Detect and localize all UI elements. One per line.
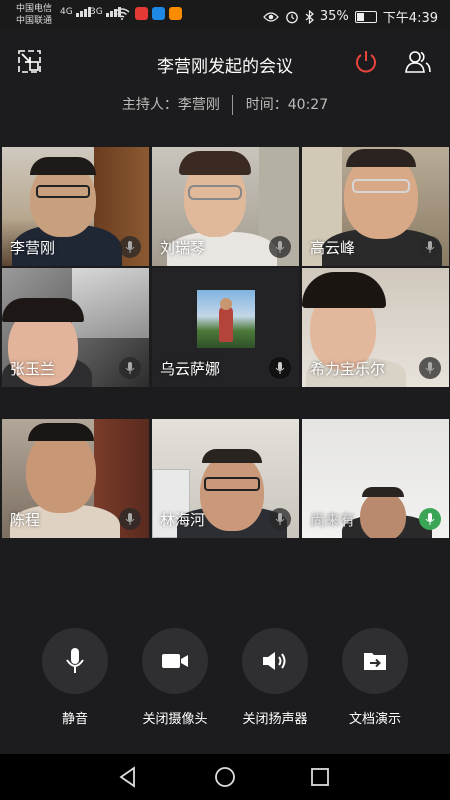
person-face bbox=[360, 491, 406, 538]
back-icon[interactable] bbox=[116, 765, 140, 789]
participants-icon[interactable] bbox=[404, 48, 432, 76]
recent-apps-icon[interactable] bbox=[308, 765, 332, 789]
meeting-duration: 40:27 bbox=[287, 97, 329, 113]
avatar bbox=[197, 290, 255, 348]
camera-off-button[interactable]: 关闭摄像头 bbox=[120, 628, 230, 727]
video-tile[interactable]: 希力宝乐尔 bbox=[302, 268, 449, 387]
participant-name: 乌云萨娜 bbox=[160, 360, 221, 378]
alarm-icon bbox=[286, 11, 298, 23]
carrier-2: 中国联通 bbox=[16, 16, 53, 26]
mic-status-icon bbox=[419, 236, 441, 258]
android-nav-bar bbox=[0, 754, 450, 800]
speaker-icon bbox=[263, 652, 286, 670]
document-share-label: 文档演示 bbox=[348, 712, 401, 727]
clock: 下午4:39 bbox=[382, 11, 438, 26]
video-camera-icon bbox=[162, 654, 188, 668]
host-label: 主持人： bbox=[121, 97, 178, 113]
glasses bbox=[204, 477, 260, 491]
divider bbox=[232, 95, 234, 115]
participant-name: 希力宝乐尔 bbox=[310, 360, 386, 378]
bluetooth-icon bbox=[305, 9, 314, 24]
participant-name: 李营刚 bbox=[10, 239, 56, 257]
carrier-info: 中国电信 中国联通 bbox=[16, 3, 52, 27]
mic-status-icon bbox=[269, 357, 291, 379]
mic-active-icon bbox=[419, 508, 441, 530]
status-bar: 中国电信 中国联通 4G 3G 35% 下午4:39 bbox=[0, 0, 450, 30]
net-type-2: 3G bbox=[90, 7, 103, 17]
mic-status-icon bbox=[119, 508, 141, 530]
glasses bbox=[188, 185, 242, 200]
speaker-button-circle[interactable] bbox=[242, 628, 308, 694]
app-notification-icon bbox=[152, 7, 165, 20]
person-face bbox=[200, 453, 264, 531]
app-notification-icon bbox=[169, 7, 182, 20]
video-tile[interactable]: 李营刚 bbox=[2, 147, 149, 266]
battery-icon bbox=[354, 10, 377, 23]
battery-percent: 35% bbox=[319, 9, 349, 24]
hair bbox=[302, 272, 386, 308]
video-tile[interactable]: 林海河 bbox=[152, 419, 299, 538]
eye-icon bbox=[263, 11, 279, 22]
video-tile[interactable]: 刘瑞琴 bbox=[152, 147, 299, 266]
app-notification-icon bbox=[135, 7, 148, 20]
hair bbox=[179, 151, 251, 175]
meeting-info: 主持人：李营刚 时间：40:27 bbox=[0, 94, 450, 115]
participant-name: 林海河 bbox=[160, 511, 206, 529]
mic-status-icon bbox=[269, 508, 291, 530]
speaker-off-button[interactable]: 关闭扬声器 bbox=[220, 628, 330, 727]
video-tile[interactable]: 陈程 bbox=[2, 419, 149, 538]
home-icon[interactable] bbox=[213, 765, 237, 789]
mute-button[interactable]: 静音 bbox=[20, 628, 130, 727]
video-grid: 李营刚 刘瑞琴 高云峰 张玉兰 乌云萨娜 希力宝乐尔 陈程 林海河 尚来有 bbox=[2, 147, 449, 567]
video-tile[interactable]: 高云峰 bbox=[302, 147, 449, 266]
mic-status-icon bbox=[119, 357, 141, 379]
folder-share-icon bbox=[364, 653, 386, 670]
participant-name: 陈程 bbox=[10, 511, 41, 529]
hair bbox=[2, 298, 84, 322]
mic-status-icon bbox=[269, 236, 291, 258]
document-share-circle[interactable] bbox=[342, 628, 408, 694]
microphone-icon bbox=[66, 648, 84, 673]
net-type-1: 4G bbox=[60, 7, 73, 17]
hair bbox=[202, 449, 262, 463]
glasses bbox=[352, 179, 410, 193]
mute-button-circle[interactable] bbox=[42, 628, 108, 694]
time-label: 时间： bbox=[245, 97, 288, 113]
hair bbox=[28, 423, 94, 441]
mic-status-icon bbox=[119, 236, 141, 258]
meeting-header: 李营刚发起的会议 主持人：李营刚 时间：40:27 bbox=[0, 30, 450, 140]
glasses bbox=[36, 185, 90, 198]
meeting-controls: 静音 关闭摄像头 关闭扬声器 文档演示 bbox=[0, 628, 450, 738]
end-meeting-power-icon[interactable] bbox=[352, 48, 380, 76]
car-window-background bbox=[72, 268, 149, 338]
hair bbox=[362, 487, 404, 497]
participant-name: 高云峰 bbox=[310, 239, 356, 257]
mute-label: 静音 bbox=[61, 712, 88, 727]
hair bbox=[30, 157, 96, 175]
video-tile[interactable]: 乌云萨娜 bbox=[152, 268, 299, 387]
participant-name: 尚来有 bbox=[310, 511, 356, 529]
camera-off-label: 关闭摄像头 bbox=[142, 712, 208, 727]
wifi-icon bbox=[114, 8, 130, 20]
camera-button-circle[interactable] bbox=[142, 628, 208, 694]
person-face bbox=[26, 429, 96, 513]
hair bbox=[346, 149, 416, 167]
host-name: 李营刚 bbox=[177, 97, 220, 113]
document-share-button[interactable]: 文档演示 bbox=[320, 628, 430, 727]
mic-status-icon bbox=[419, 357, 441, 379]
participant-name: 刘瑞琴 bbox=[160, 239, 206, 257]
speaker-off-label: 关闭扬声器 bbox=[242, 712, 308, 727]
carrier-1: 中国电信 bbox=[16, 4, 53, 14]
signal-4g-icon: 4G bbox=[60, 7, 92, 17]
meeting-title: 李营刚发起的会议 bbox=[157, 57, 293, 77]
video-tile[interactable]: 张玉兰 bbox=[2, 268, 149, 387]
participant-name: 张玉兰 bbox=[10, 360, 56, 378]
video-tile[interactable]: 尚来有 bbox=[302, 419, 449, 538]
